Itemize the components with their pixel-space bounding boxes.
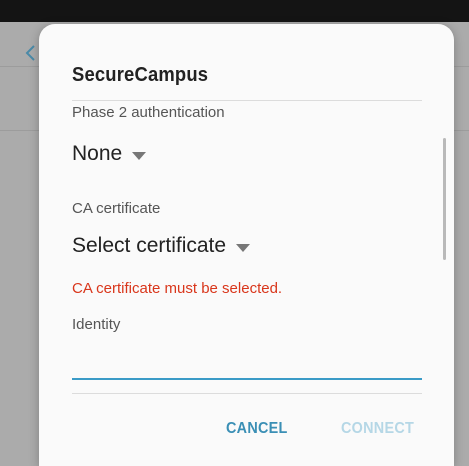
identity-input[interactable] (72, 346, 422, 380)
phase2-value: None (72, 142, 123, 165)
status-bar (0, 0, 469, 22)
connect-button[interactable]: CONNECT (341, 420, 414, 438)
caret-down-icon (236, 243, 251, 252)
scrollbar[interactable] (443, 138, 446, 260)
ca-certificate-dropdown[interactable]: Select certificate (72, 234, 251, 258)
ca-certificate-error: CA certificate must be selected. (72, 280, 283, 297)
ca-certificate-value: Select certificate (72, 234, 227, 257)
cancel-button[interactable]: CANCEL (226, 420, 288, 438)
dialog-title: SecureCampus (72, 64, 209, 86)
back-arrow-icon (25, 45, 35, 61)
phase2-dropdown[interactable]: None (72, 142, 147, 166)
ca-certificate-label: CA certificate (72, 200, 161, 217)
phase2-label: Phase 2 authentication (72, 104, 225, 121)
caret-down-icon (132, 151, 147, 160)
footer-divider (72, 393, 422, 394)
wifi-config-dialog: SecureCampus Phase 2 authentication None… (39, 24, 454, 466)
title-divider (72, 100, 422, 101)
identity-label: Identity (72, 316, 121, 333)
